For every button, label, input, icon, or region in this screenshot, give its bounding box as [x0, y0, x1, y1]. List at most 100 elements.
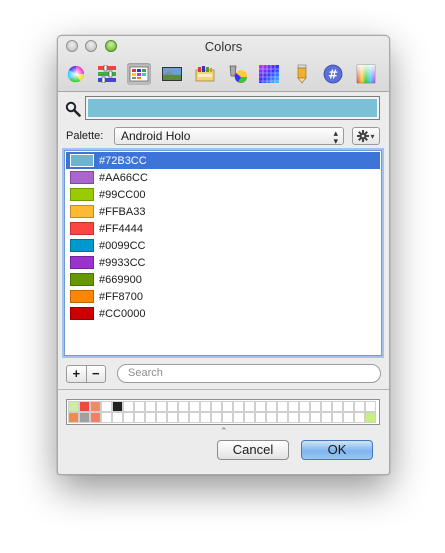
swatch-cell[interactable] [123, 401, 134, 412]
swatch-cell[interactable] [189, 401, 200, 412]
swatch-cell[interactable] [200, 412, 211, 423]
swatch-cell[interactable] [277, 412, 288, 423]
image-palettes-icon[interactable] [160, 63, 184, 85]
swatch-cell[interactable] [156, 412, 167, 423]
current-color-swatch[interactable] [85, 96, 380, 120]
color-palettes-icon[interactable] [127, 63, 151, 85]
swatch-cell[interactable] [68, 401, 79, 412]
color-list-item[interactable]: #FF8700 [66, 288, 380, 305]
gradient-icon[interactable] [354, 63, 378, 85]
swatch-cell[interactable] [222, 412, 233, 423]
swatch-cell[interactable] [79, 412, 90, 423]
swatch-cell[interactable] [134, 401, 145, 412]
swatch-cell[interactable] [189, 412, 200, 423]
swatch-well[interactable] [66, 399, 380, 425]
palette-action-button[interactable]: ▾ [352, 127, 380, 145]
color-list-item[interactable]: #FF4444 [66, 220, 380, 237]
swatch-cell[interactable] [255, 412, 266, 423]
swatch-cell[interactable] [167, 412, 178, 423]
color-list[interactable]: #72B3CC #AA66CC #99CC00 #FFBA33 #FF4444 #0099… [64, 150, 382, 356]
svg-text:#: # [328, 68, 338, 82]
color-list-item[interactable]: #669900 [66, 271, 380, 288]
swatch-cell[interactable] [277, 401, 288, 412]
color-chip [70, 307, 94, 320]
swatch-cell[interactable] [222, 401, 233, 412]
search-input[interactable]: Search [117, 364, 381, 383]
swatch-cell[interactable] [310, 401, 321, 412]
hex-icon[interactable]: # [321, 63, 345, 85]
swatch-cell[interactable] [332, 412, 343, 423]
crayons-icon[interactable] [193, 63, 217, 85]
swatch-cell[interactable] [310, 412, 321, 423]
swatch-cell[interactable] [354, 401, 365, 412]
magnifier-icon[interactable] [65, 101, 81, 117]
swatch-cell[interactable] [134, 412, 145, 423]
swatch-cell[interactable] [288, 412, 299, 423]
color-wheel-icon[interactable] [64, 63, 88, 85]
swatch-cell[interactable] [299, 401, 310, 412]
swatch-cell[interactable] [365, 401, 376, 412]
swatch-cell[interactable] [167, 401, 178, 412]
swatch-cell[interactable] [145, 401, 156, 412]
swatch-cell[interactable] [211, 401, 222, 412]
swatch-cell[interactable] [321, 401, 332, 412]
color-hex-label: #99CC00 [99, 188, 146, 201]
swatch-cell[interactable] [332, 401, 343, 412]
swatch-cell[interactable] [101, 412, 112, 423]
ok-button[interactable]: OK [301, 440, 373, 460]
swatch-cell[interactable] [211, 412, 222, 423]
spectrum-icon[interactable] [226, 63, 250, 85]
swatch-cell[interactable] [101, 401, 112, 412]
swatch-cell[interactable] [90, 412, 101, 423]
swatch-cell[interactable] [365, 412, 376, 423]
color-hex-label: #0099CC [99, 239, 146, 252]
cancel-button[interactable]: Cancel [217, 440, 289, 460]
swatch-cell[interactable] [90, 401, 101, 412]
color-list-item[interactable]: #CC0000 [66, 305, 380, 322]
swatch-cell[interactable] [156, 401, 167, 412]
color-chip [70, 239, 94, 252]
title-bar: Colors # [58, 36, 389, 92]
swatch-cell[interactable] [266, 412, 277, 423]
swatch-cell[interactable] [343, 412, 354, 423]
swatch-cell[interactable] [288, 401, 299, 412]
color-list-item[interactable]: #72B3CC [66, 152, 380, 169]
color-list-item[interactable]: #99CC00 [66, 186, 380, 203]
swatch-cell[interactable] [233, 412, 244, 423]
color-hex-label: #AA66CC [99, 171, 148, 184]
color-list-item[interactable]: #AA66CC [66, 169, 380, 186]
color-hex-label: #FF8700 [99, 290, 144, 303]
swatch-cell[interactable] [178, 412, 189, 423]
swatch-cell[interactable] [255, 401, 266, 412]
palette-row: Palette: Android Holo ▴ ▾ ▾ [58, 126, 389, 148]
palette-select[interactable]: Android Holo ▴ ▾ [114, 127, 344, 146]
color-sliders-icon[interactable] [95, 63, 119, 85]
pencil-icon[interactable] [290, 63, 314, 85]
swatch-cell[interactable] [233, 401, 244, 412]
swatch-cell[interactable] [244, 412, 255, 423]
swatch-cell[interactable] [299, 412, 310, 423]
swatch-cell[interactable] [244, 401, 255, 412]
swatch-cell[interactable] [354, 412, 365, 423]
swatch-cell[interactable] [79, 401, 90, 412]
swatch-cell[interactable] [145, 412, 156, 423]
grid-icon[interactable] [257, 63, 281, 85]
divider [58, 389, 389, 390]
add-color-button[interactable]: + [67, 366, 87, 382]
swatch-cell[interactable] [266, 401, 277, 412]
swatch-cell[interactable] [343, 401, 354, 412]
color-hex-label: #72B3CC [99, 154, 147, 167]
swatch-cell[interactable] [123, 412, 134, 423]
swatch-cell[interactable] [321, 412, 332, 423]
color-list-item[interactable]: #9933CC [66, 254, 380, 271]
remove-color-button[interactable]: − [87, 366, 106, 382]
up-down-arrows-icon: ▴ ▾ [333, 128, 338, 146]
swatch-cell[interactable] [178, 401, 189, 412]
swatch-cell[interactable] [112, 401, 123, 412]
swatch-cell[interactable] [200, 401, 211, 412]
color-list-item[interactable]: #0099CC [66, 237, 380, 254]
color-list-item[interactable]: #FFBA33 [66, 203, 380, 220]
swatch-cell[interactable] [68, 412, 79, 423]
resize-handle-icon[interactable]: ⌃ [220, 426, 228, 437]
swatch-cell[interactable] [112, 412, 123, 423]
